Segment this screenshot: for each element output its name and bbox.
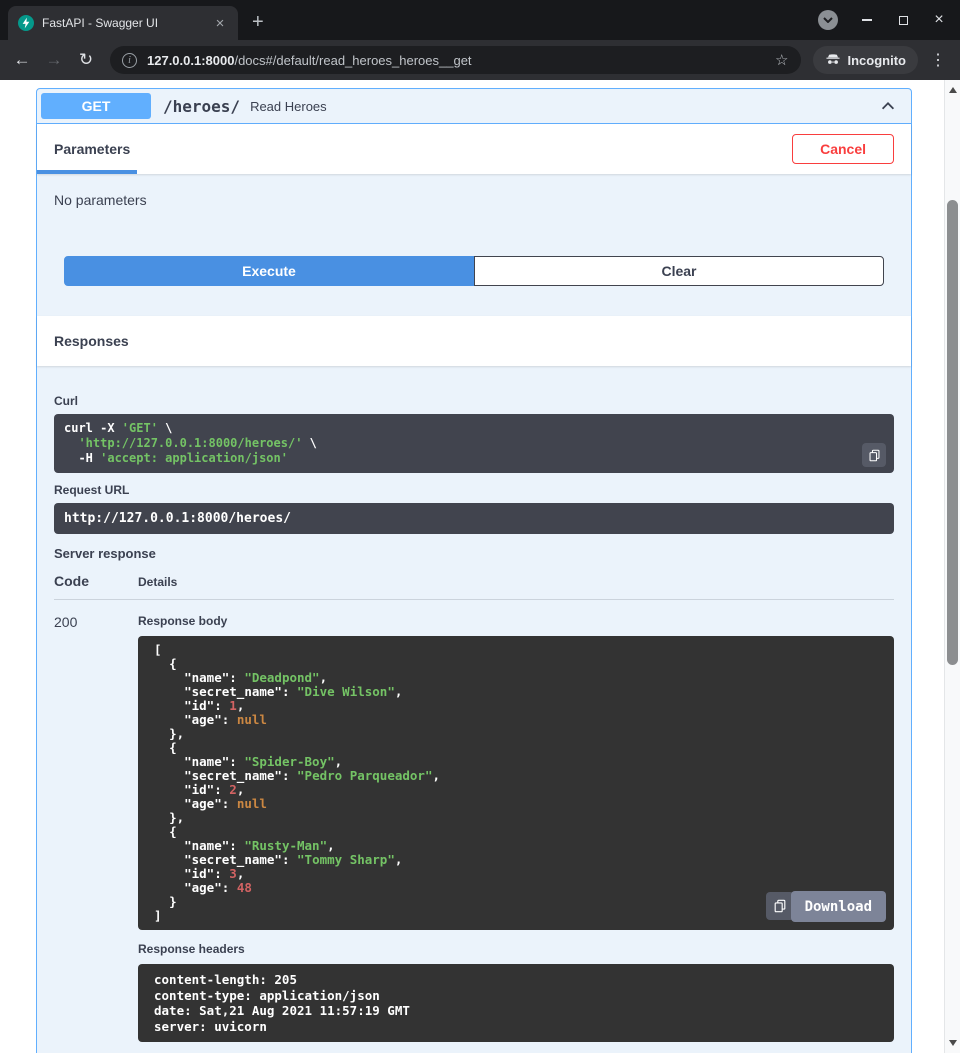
no-parameters-text: No parameters (54, 192, 147, 208)
back-button[interactable]: ← (10, 50, 34, 70)
tab-title: FastAPI - Swagger UI (42, 16, 204, 30)
responses-title: Responses (54, 333, 129, 349)
response-headers-text: content-length: 205 content-type: applic… (138, 964, 894, 1042)
request-url-text: http://127.0.0.1:8000/heroes/ (54, 503, 894, 534)
status-code: 200 (54, 614, 138, 1042)
parameters-header: Parameters Cancel (37, 124, 911, 174)
response-body-block: [ { "name": "Deadpond", "secret_name": "… (138, 636, 894, 930)
parameters-body: No parameters (37, 174, 911, 248)
active-tab-underline (37, 170, 137, 174)
forward-button[interactable]: → (42, 50, 66, 70)
scrollbar-thumb[interactable] (947, 200, 958, 665)
execute-button[interactable]: Execute (64, 256, 474, 286)
download-button[interactable]: Download (791, 891, 886, 922)
curl-command-block: curl -X 'GET' \ 'http://127.0.0.1:8000/h… (54, 414, 894, 473)
browser-menu-icon[interactable]: ⋮ (926, 50, 950, 70)
scrollbar-down-icon[interactable] (945, 1035, 960, 1051)
incognito-icon (825, 51, 841, 70)
response-headers-label: Response headers (138, 942, 894, 956)
response-body-json: [ { "name": "Deadpond", "secret_name": "… (138, 636, 894, 930)
scrollbar-up-icon[interactable] (945, 82, 960, 98)
copy-curl-icon[interactable] (862, 443, 886, 467)
responses-body: Curl curl -X 'GET' \ 'http://127.0.0.1:8… (37, 366, 911, 1053)
opblock-get-heroes: GET /heroes/ Read Heroes Parameters Canc… (36, 88, 912, 1053)
responses-header: Responses (37, 316, 911, 366)
tab-close-icon[interactable]: × (212, 15, 228, 32)
details-column-header: Details (138, 575, 894, 589)
response-table-header: Code Details (54, 573, 894, 600)
window-controls: × (818, 0, 946, 40)
close-button[interactable]: × (932, 13, 946, 27)
curl-label: Curl (54, 394, 894, 408)
incognito-badge: Incognito (813, 46, 919, 74)
collapse-chevron-icon[interactable] (879, 97, 897, 115)
url-text: 127.0.0.1:8000/docs#/default/read_heroes… (147, 53, 765, 68)
execute-row: Execute Clear (37, 248, 911, 316)
request-url-label: Request URL (54, 483, 894, 497)
incognito-label: Incognito (848, 53, 907, 68)
url-bar[interactable]: i 127.0.0.1:8000/docs#/default/read_hero… (110, 46, 801, 74)
tab-strip: FastAPI - Swagger UI × + × (0, 0, 960, 40)
server-response-label: Server response (54, 546, 894, 561)
new-tab-button[interactable]: + (252, 12, 264, 32)
maximize-button[interactable] (896, 13, 910, 27)
opblock-summary[interactable]: GET /heroes/ Read Heroes (37, 89, 911, 124)
browser-window: FastAPI - Swagger UI × + × ← → ↻ i 127.0… (0, 0, 960, 1053)
browser-tab[interactable]: FastAPI - Swagger UI × (8, 6, 238, 40)
response-body-label: Response body (138, 614, 894, 628)
tab-search-icon[interactable] (818, 10, 838, 30)
curl-command-text: curl -X 'GET' \ 'http://127.0.0.1:8000/h… (54, 414, 894, 473)
clear-button[interactable]: Clear (474, 256, 884, 286)
server-response-table: Code Details 200 Response body [ { "name… (54, 573, 894, 1042)
endpoint-summary: Read Heroes (250, 99, 327, 114)
swagger-page: GET /heroes/ Read Heroes Parameters Canc… (0, 80, 960, 1053)
response-table-row: 200 Response body [ { "name": "Deadpond"… (54, 600, 894, 1042)
code-column-header: Code (54, 573, 138, 589)
minimize-button[interactable] (860, 13, 874, 27)
response-details-cell: Response body [ { "name": "Deadpond", "s… (138, 614, 894, 1042)
bookmark-star-icon[interactable]: ☆ (775, 51, 788, 69)
method-badge: GET (41, 93, 151, 119)
page-scrollbar[interactable] (944, 80, 960, 1053)
site-info-icon[interactable]: i (122, 53, 137, 68)
response-headers-block: content-length: 205 content-type: applic… (138, 964, 894, 1042)
browser-toolbar: ← → ↻ i 127.0.0.1:8000/docs#/default/rea… (0, 40, 960, 80)
endpoint-path: /heroes/ (163, 97, 240, 116)
request-url-block: http://127.0.0.1:8000/heroes/ (54, 503, 894, 534)
parameters-tab[interactable]: Parameters (54, 141, 130, 157)
cancel-button[interactable]: Cancel (792, 134, 894, 164)
fastapi-favicon-icon (18, 15, 34, 31)
reload-button[interactable]: ↻ (74, 50, 98, 70)
copy-response-icon[interactable] (766, 892, 794, 920)
